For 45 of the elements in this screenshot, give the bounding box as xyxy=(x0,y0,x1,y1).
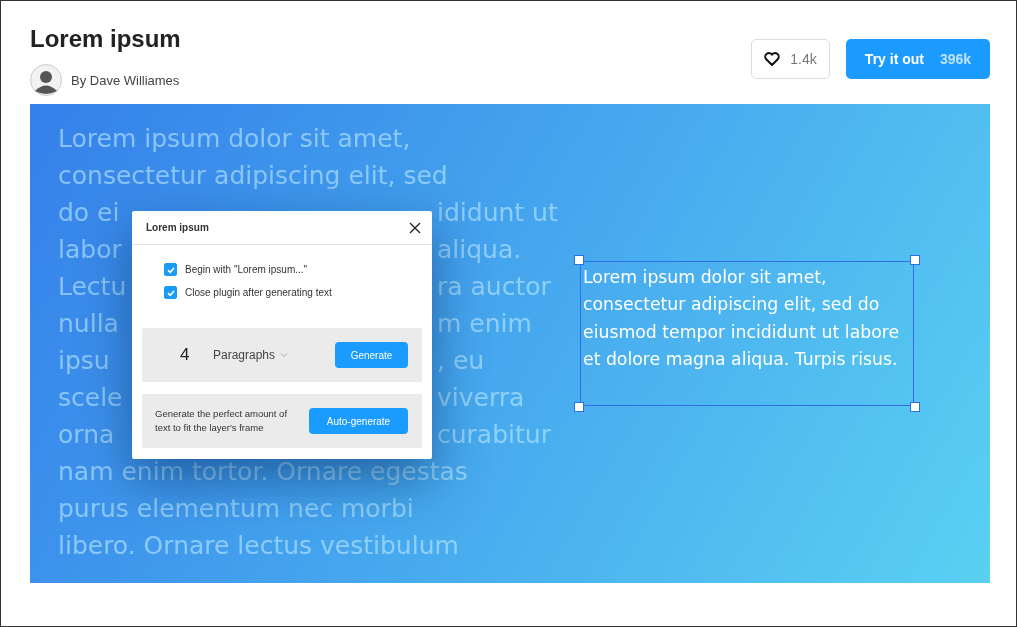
background-text: consectetur adipiscing elit, sed xyxy=(58,160,448,192)
background-text: viverra xyxy=(437,382,525,414)
dialog-title: Lorem ipsum xyxy=(146,222,209,233)
background-text: ra auctor xyxy=(437,271,551,303)
checkbox[interactable] xyxy=(164,263,177,276)
checkbox[interactable] xyxy=(164,286,177,299)
resize-handle[interactable] xyxy=(574,255,584,265)
try-it-out-button[interactable]: Try it out 396k xyxy=(846,39,990,79)
background-text: curabitur xyxy=(437,419,551,451)
count-value[interactable]: 4 xyxy=(180,345,213,365)
like-count: 1.4k xyxy=(790,51,817,67)
selection-frame[interactable]: Lorem ipsum dolor sit amet, consectetur adipiscing elit, sed do eiusmod tempor incididunt ut labore et dolore magna aliqua. Turpis risus. xyxy=(580,261,914,406)
auto-generate-button[interactable]: Auto-generate xyxy=(309,408,408,434)
option-label: Close plugin after generating text xyxy=(185,287,332,298)
auto-description: Generate the perfect amount of text to fit the layer's frame xyxy=(155,407,289,435)
background-text: do ei xyxy=(58,197,120,229)
resize-handle[interactable] xyxy=(574,402,584,412)
background-text: ipsu xyxy=(58,345,110,377)
use-count: 396k xyxy=(940,51,972,67)
background-text: Lorem ipsum dolor sit amet, xyxy=(58,123,411,155)
close-icon[interactable] xyxy=(409,221,421,234)
like-button[interactable]: 1.4k xyxy=(751,39,830,79)
background-text: orna xyxy=(58,419,115,451)
generate-button[interactable]: Generate xyxy=(335,342,408,368)
selected-text: Lorem ipsum dolor sit amet, consectetur adipiscing elit, sed do eiusmod tempor incididunt ut labore et dolore magna aliqua. Turpis risus. xyxy=(583,266,901,371)
heart-icon xyxy=(764,52,781,66)
unit-dropdown[interactable]: Paragraphs xyxy=(213,348,335,362)
background-text: , eu xyxy=(437,345,485,377)
avatar-icon xyxy=(30,64,62,96)
background-text: libero. Ornare lectus vestibulum xyxy=(58,530,459,562)
background-text: aliqua. xyxy=(437,234,522,266)
chevron-down-icon xyxy=(280,352,289,358)
author-name: By Dave Williames xyxy=(71,72,180,88)
background-text: Lectu xyxy=(58,271,127,303)
background-text: ididunt ut xyxy=(437,197,558,229)
background-text: purus elementum nec morbi xyxy=(58,493,414,525)
page-title: Lorem ipsum xyxy=(30,25,181,53)
background-text: nulla xyxy=(58,308,119,340)
background-text: nam enim tortor. Ornare egestas xyxy=(58,456,468,488)
background-text: labor xyxy=(58,234,122,266)
resize-handle[interactable] xyxy=(910,402,920,412)
background-text: scele xyxy=(58,382,123,414)
background-text: m enim xyxy=(437,308,532,340)
option-label: Begin with "Lorem ipsum..." xyxy=(185,264,308,275)
resize-handle[interactable] xyxy=(910,255,920,265)
